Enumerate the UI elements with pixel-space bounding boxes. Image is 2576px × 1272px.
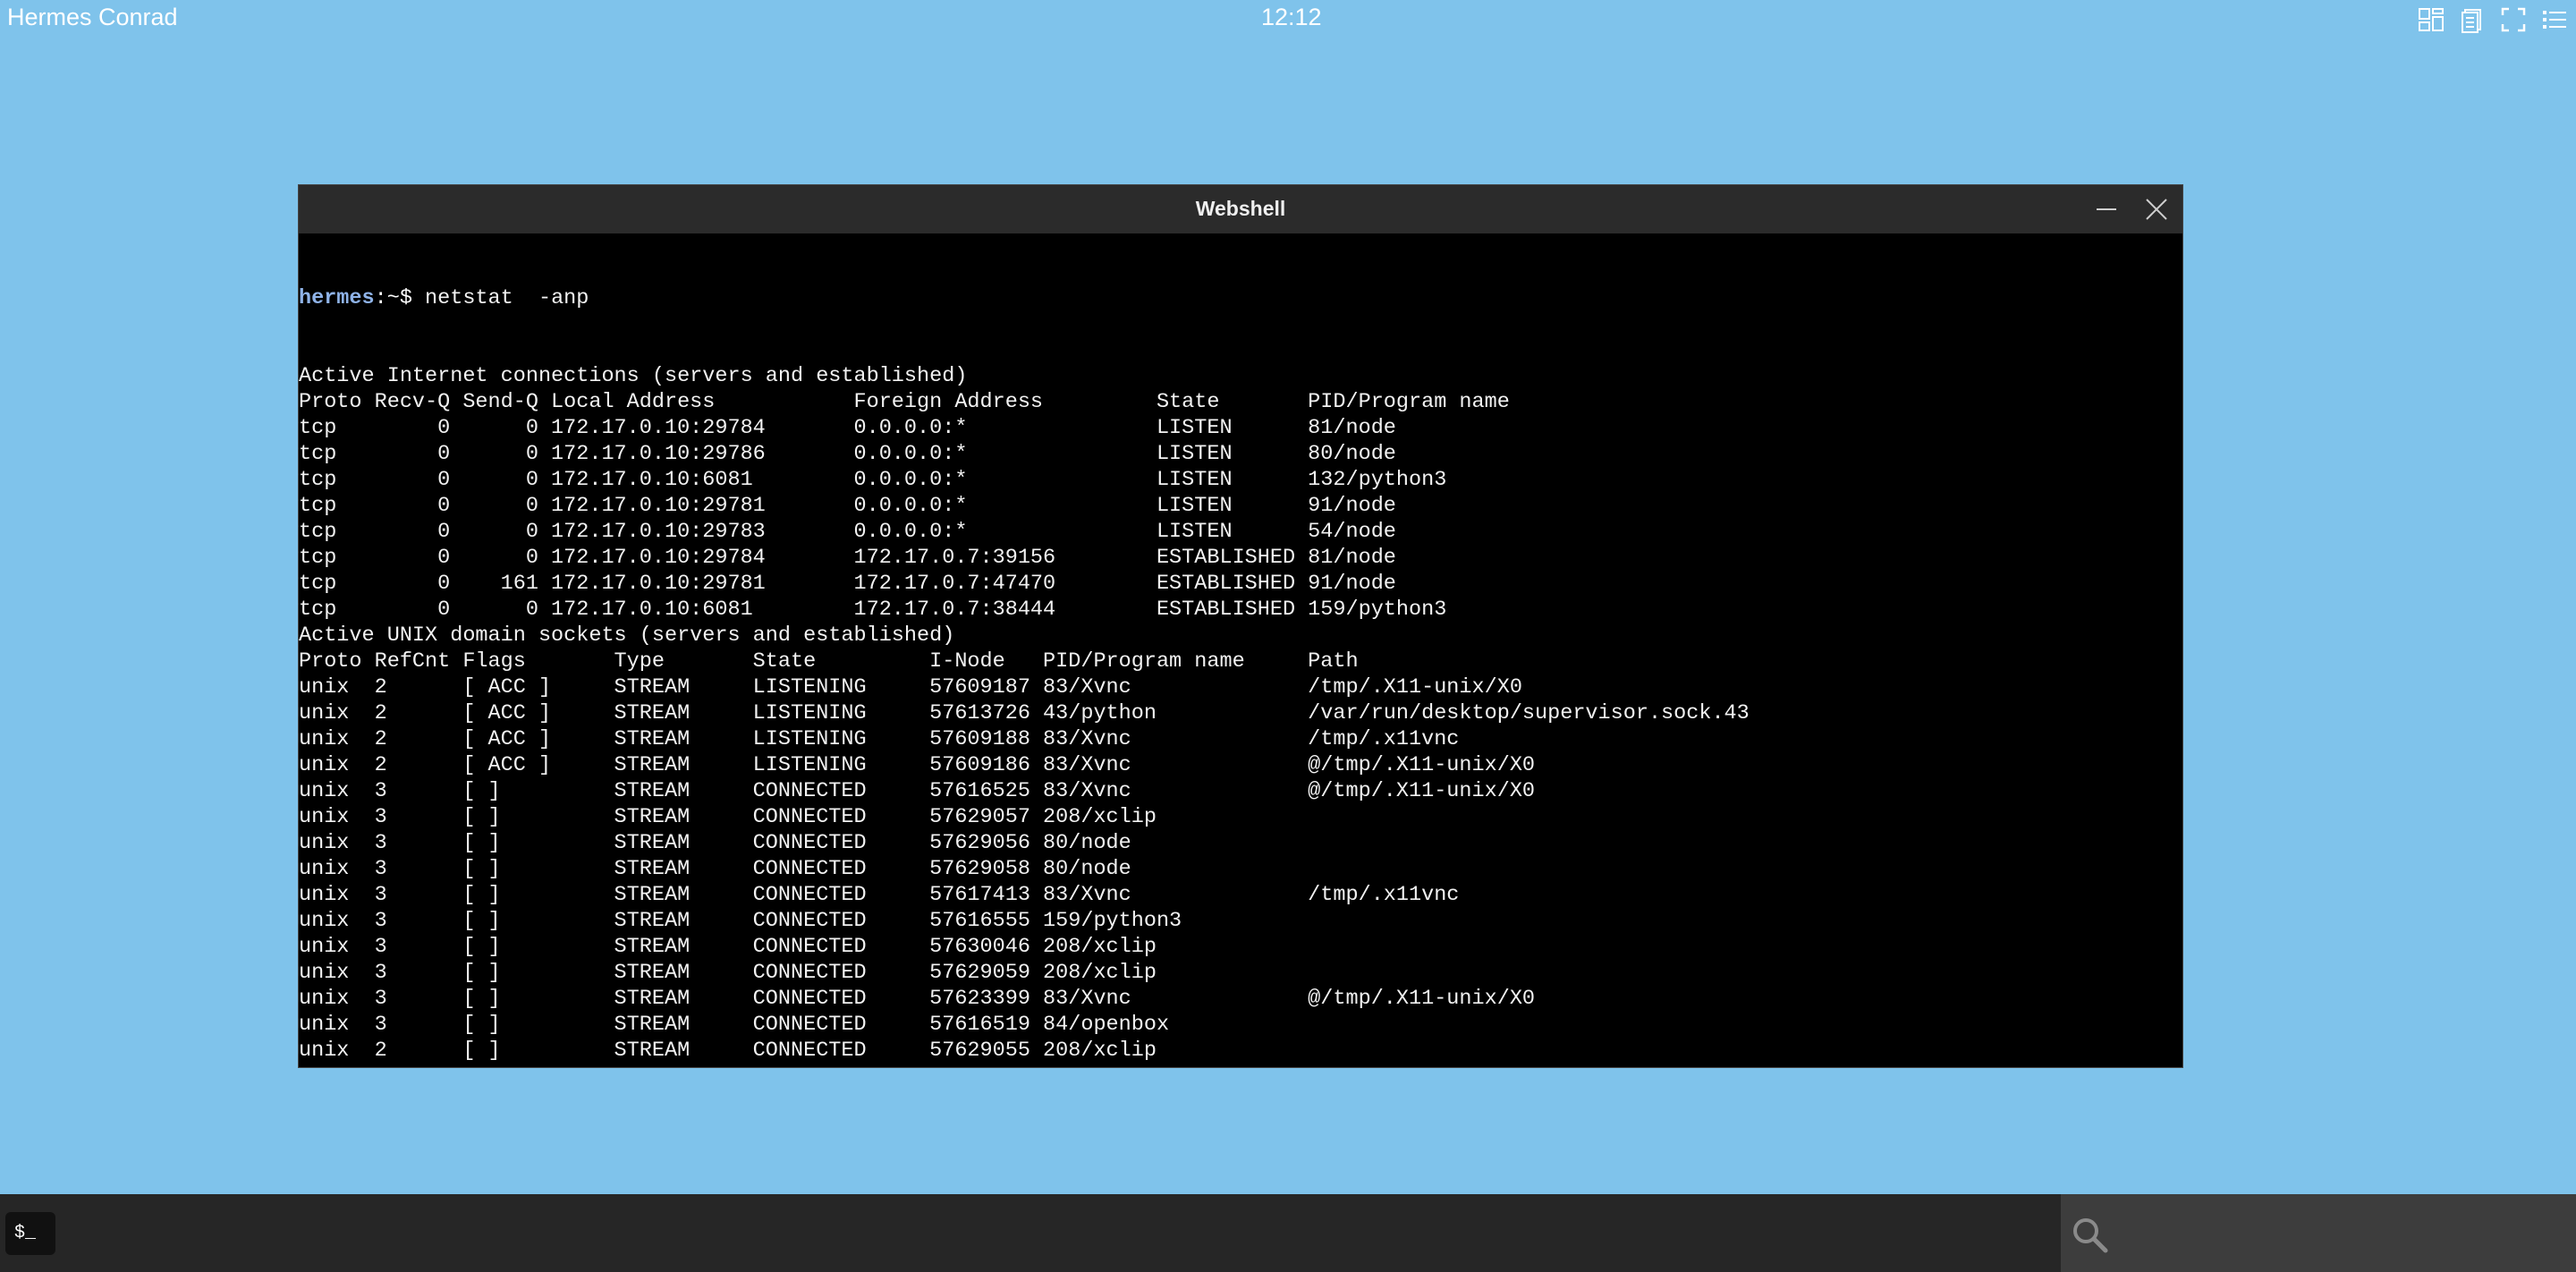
- terminal-line: unix 3 [ ] STREAM CONNECTED 57616525 83/…: [299, 779, 1536, 803]
- clock: 12:12: [1261, 4, 1322, 30]
- terminal-line: Active Internet connections (servers and…: [299, 364, 968, 388]
- minimize-icon[interactable]: [2093, 196, 2120, 223]
- close-icon[interactable]: [2143, 196, 2170, 223]
- terminal-output[interactable]: hermes:~$ netstat -anp Active Internet c…: [299, 233, 2182, 1067]
- search-icon[interactable]: [2070, 1215, 2109, 1254]
- prompt-user: hermes: [299, 286, 375, 310]
- terminal-line: Proto RefCnt Flags Type State I-Node PID…: [299, 649, 1359, 674]
- terminal-line: unix 3 [ ] STREAM CONNECTED 57617413 83/…: [299, 883, 1460, 907]
- terminal-line: unix 2 [ ACC ] STREAM LISTENING 57609188…: [299, 727, 1460, 751]
- list-menu-icon[interactable]: [2540, 5, 2569, 34]
- terminal-line: unix 3 [ ] STREAM CONNECTED 57629059 208…: [299, 961, 1157, 985]
- terminal-launcher-button[interactable]: $_: [5, 1212, 55, 1255]
- terminal-line: unix 2 [ ACC ] STREAM LISTENING 57613726…: [299, 701, 1750, 725]
- terminal-line: unix 3 [ ] STREAM CONNECTED 57630046 208…: [299, 935, 1157, 959]
- terminal-line: unix 3 [ ] STREAM CONNECTED 57616555 159…: [299, 909, 1182, 933]
- terminal-line: unix 2 [ ACC ] STREAM LISTENING 57609186…: [299, 753, 1536, 777]
- command-line: hermes:~$ netstat -anp: [299, 285, 2182, 311]
- document-icon[interactable]: [2458, 5, 2487, 34]
- taskbar: $_: [0, 1194, 2576, 1272]
- top-bar: Hermes Conrad 12:12: [0, 0, 2576, 36]
- terminal-line: tcp 0 0 172.17.0.10:29784 172.17.0.7:391…: [299, 546, 1396, 570]
- user-name: Hermes Conrad: [7, 4, 178, 30]
- layout-grid-icon[interactable]: [2417, 5, 2445, 34]
- terminal-line: unix 3 [ ] STREAM CONNECTED 57616519 84/…: [299, 1013, 1170, 1037]
- search-area[interactable]: [2061, 1194, 2576, 1272]
- terminal-line: unix 3 [ ] STREAM CONNECTED 57629056 80/…: [299, 831, 1131, 855]
- window-titlebar[interactable]: Webshell: [299, 185, 2182, 233]
- terminal-line: unix 2 [ ACC ] STREAM LISTENING 57609187…: [299, 675, 1522, 700]
- terminal-line: unix 3 [ ] STREAM CONNECTED 57629057 208…: [299, 805, 1157, 829]
- webshell-window: Webshell hermes:~$ netstat -anp Active I…: [298, 184, 2183, 1068]
- prompt-path: :~$: [374, 286, 412, 310]
- terminal-line: unix 2 [ ] STREAM CONNECTED 57629055 208…: [299, 1039, 1157, 1063]
- terminal-line: Proto Recv-Q Send-Q Local Address Foreig…: [299, 390, 1510, 414]
- terminal-line: unix 3 [ ] STREAM CONNECTED 57623399 83/…: [299, 987, 1536, 1011]
- terminal-line: tcp 0 0 172.17.0.10:29783 0.0.0.0:* LIST…: [299, 520, 1396, 544]
- fullscreen-icon[interactable]: [2499, 5, 2528, 34]
- terminal-line: tcp 0 161 172.17.0.10:29781 172.17.0.7:4…: [299, 572, 1396, 596]
- command-text: netstat -anp: [411, 286, 589, 310]
- terminal-line: tcp 0 0 172.17.0.10:6081 172.17.0.7:3844…: [299, 598, 1447, 622]
- terminal-line: tcp 0 0 172.17.0.10:6081 0.0.0.0:* LISTE…: [299, 468, 1447, 492]
- terminal-line: unix 3 [ ] STREAM CONNECTED 57629058 80/…: [299, 857, 1131, 881]
- terminal-line: tcp 0 0 172.17.0.10:29784 0.0.0.0:* LIST…: [299, 416, 1396, 440]
- terminal-line: tcp 0 0 172.17.0.10:29786 0.0.0.0:* LIST…: [299, 442, 1396, 466]
- terminal-line: tcp 0 0 172.17.0.10:29781 0.0.0.0:* LIST…: [299, 494, 1396, 518]
- window-title: Webshell: [1195, 197, 1286, 220]
- top-icons: [2417, 5, 2569, 34]
- terminal-line: Active UNIX domain sockets (servers and …: [299, 623, 955, 648]
